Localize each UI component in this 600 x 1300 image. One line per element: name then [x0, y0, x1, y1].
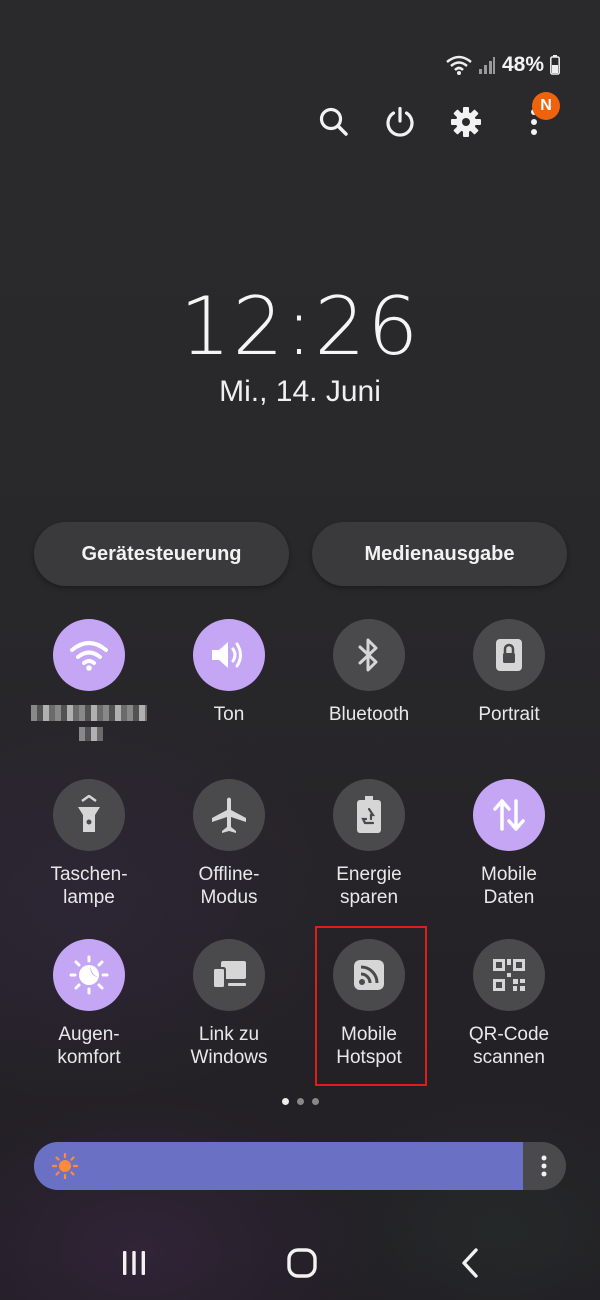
tile-bluetooth[interactable]: Bluetooth [299, 619, 439, 726]
battery-percentage: 48% [501, 53, 544, 76]
tile-bluetooth-label: Bluetooth [328, 704, 410, 725]
tile-flashlight-label: Taschen- lampe [50, 864, 128, 908]
tile-flashlight[interactable]: Taschen- lampe [19, 779, 159, 909]
tile-link-to-windows-label: Link zu Windows [190, 1024, 268, 1068]
tile-qr-scanner[interactable]: QR-Code scannen [439, 939, 579, 1069]
signal-icon [478, 55, 496, 75]
page-dot [311, 1098, 319, 1105]
tile-eye-comfort-toggle[interactable] [53, 939, 125, 1011]
tile-portrait-toggle[interactable] [473, 619, 545, 691]
page-dot [296, 1098, 304, 1105]
tile-mobile-data[interactable]: Mobile Daten [439, 779, 579, 909]
search-icon [319, 107, 348, 136]
recent-apps-button[interactable] [104, 1235, 164, 1291]
wifi-status-icon [446, 54, 472, 76]
mobile-data-icon [493, 799, 525, 831]
tile-bluetooth-toggle[interactable] [333, 619, 405, 691]
tile-sound-label: Ton [213, 704, 245, 725]
tile-link-to-windows-toggle[interactable] [193, 939, 265, 1011]
tile-mobile-data-label: Mobile Daten [481, 864, 537, 908]
settings-button[interactable] [444, 100, 488, 144]
bluetooth-icon [358, 638, 378, 672]
tile-flashlight-toggle[interactable] [53, 779, 125, 851]
tile-power-saving[interactable]: Energie sparen [299, 779, 439, 909]
flashlight-icon [78, 795, 100, 832]
back-icon [462, 1248, 478, 1278]
tile-mobile-data-toggle[interactable] [473, 779, 545, 851]
sun-icon [52, 1153, 78, 1179]
home-icon [287, 1248, 317, 1278]
tile-airplane-label: Offline- Modus [198, 864, 260, 908]
page-dot [281, 1098, 289, 1105]
brightness-slider[interactable] [34, 1142, 566, 1190]
tile-eye-comfort[interactable]: Augen- komfort [19, 939, 159, 1069]
speaker-icon [212, 642, 242, 668]
tile-power-saving-label: Energie sparen [336, 864, 402, 908]
pixelated-network-name-line2 [79, 727, 103, 741]
tile-eye-comfort-label: Augen- komfort [57, 1024, 121, 1068]
power-button[interactable] [378, 100, 422, 144]
tile-wifi-toggle[interactable] [53, 619, 125, 691]
more-vertical-icon [541, 1155, 547, 1177]
clock-time: 12:26 [179, 280, 421, 373]
tile-portrait-label: Portrait [478, 704, 540, 725]
home-button[interactable] [272, 1235, 332, 1291]
tile-portrait[interactable]: Portrait [439, 619, 579, 726]
tile-qr-scanner-label: QR-Code scannen [468, 1024, 550, 1068]
battery-icon [550, 55, 560, 75]
notification-badge: N [532, 92, 560, 120]
pixelated-network-name [31, 705, 147, 721]
tile-airplane[interactable]: Offline- Modus [159, 779, 299, 909]
search-button[interactable] [312, 100, 356, 144]
media-output-button[interactable]: Medienausgabe [312, 522, 567, 586]
qr-code-icon [493, 959, 525, 991]
brightness-level [34, 1142, 524, 1190]
tile-power-saving-toggle[interactable] [333, 779, 405, 851]
tile-link-to-windows[interactable]: Link zu Windows [159, 939, 299, 1069]
device-control-button[interactable]: Gerätesteuerung [34, 522, 289, 586]
eye-comfort-icon [69, 955, 109, 995]
recent-apps-icon [123, 1251, 145, 1275]
highlight-box [315, 926, 427, 1086]
wifi-icon [70, 641, 108, 671]
status-bar: 48% [446, 50, 560, 80]
navigation-bar [0, 1235, 600, 1291]
power-icon [386, 106, 414, 137]
back-button[interactable] [440, 1235, 500, 1291]
tile-wifi[interactable] [19, 619, 159, 743]
rotation-lock-icon [496, 639, 522, 671]
link-to-windows-icon [212, 961, 246, 989]
tile-sound[interactable]: Ton [159, 619, 299, 726]
quick-panel-actions: N [0, 92, 600, 144]
tile-sound-toggle[interactable] [193, 619, 265, 691]
power-saving-icon [357, 796, 381, 833]
tile-airplane-toggle[interactable] [193, 779, 265, 851]
gear-icon [451, 107, 481, 137]
tile-qr-scanner-toggle[interactable] [473, 939, 545, 1011]
clock-date: Mi., 14. Juni [219, 375, 381, 408]
brightness-more-button[interactable] [522, 1142, 566, 1190]
page-indicator [0, 1098, 600, 1105]
more-options-button[interactable]: N [512, 92, 560, 144]
airplane-icon [212, 797, 246, 833]
